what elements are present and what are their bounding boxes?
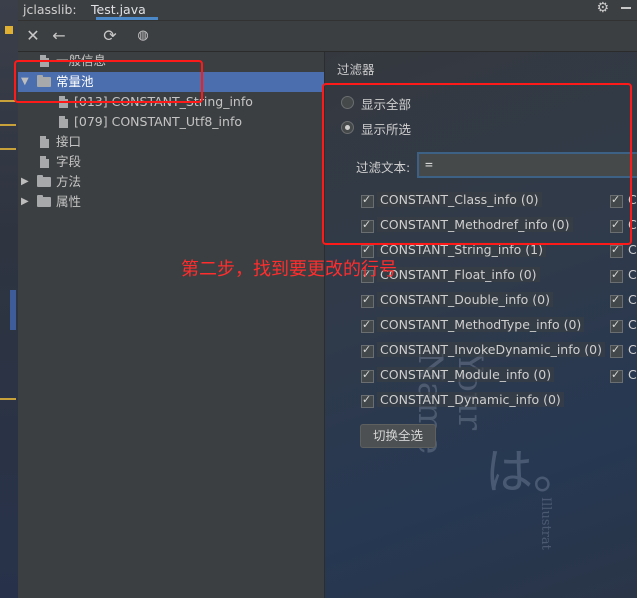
expand-arrow-icon[interactable]: ▶ (21, 172, 29, 192)
checkbox-dynamic-info[interactable] (361, 393, 374, 408)
tree-item-methods[interactable]: ▶ 方法 (18, 172, 324, 192)
gutter-marker (5, 26, 13, 34)
checkbox-double-info[interactable] (361, 293, 374, 308)
minimize-icon[interactable] (621, 7, 631, 9)
folder-icon (37, 175, 51, 187)
checkbox-col2[interactable] (610, 268, 623, 283)
tree-item-fields[interactable]: 字段 (18, 152, 324, 172)
tree-item-label: 接口 (56, 134, 82, 149)
checkbox-col2[interactable] (610, 243, 623, 258)
active-tab-indicator (96, 17, 158, 20)
background-art-text: は。 (485, 444, 582, 500)
tree-item-interfaces[interactable]: 接口 (18, 132, 324, 152)
expand-arrow-icon[interactable]: ▶ (21, 192, 29, 212)
class-structure-tree: 一般信息 ▼ 常量池 [013] CONSTANT_String_info [0… (18, 52, 324, 598)
gutter-marker (0, 148, 16, 150)
checkbox-label: CONSTANT_Module_info (0) (377, 367, 555, 382)
annotation-text: 第二步，找到要更改的行号 (181, 259, 397, 280)
checkbox-label: C (628, 267, 637, 282)
file-icon (40, 156, 49, 168)
checkbox-module-info[interactable] (361, 368, 374, 383)
checkbox-methodtype-info[interactable] (361, 318, 374, 333)
tab-test-java[interactable]: Test.java (91, 2, 146, 17)
tree-item-constant-079[interactable]: [079] CONSTANT_Utf8_info (18, 112, 324, 132)
folder-icon (37, 195, 51, 207)
gutter-marker (0, 398, 16, 400)
tree-item-label: [079] CONSTANT_Utf8_info (74, 114, 242, 129)
tree-item-attributes[interactable]: ▶ 属性 (18, 192, 324, 212)
checkbox-label: C (628, 317, 637, 332)
checkbox-col2[interactable] (610, 343, 623, 358)
file-icon (40, 136, 49, 148)
checkbox-col2[interactable] (610, 368, 623, 383)
filter-title: 过滤器 (337, 62, 375, 77)
browser-globe-icon[interactable]: ◍ (132, 25, 154, 47)
checkbox-label: C (628, 367, 637, 382)
refresh-icon[interactable]: ⟳ (99, 25, 121, 47)
gutter-marker (10, 290, 16, 330)
back-arrow-icon[interactable]: ← (48, 25, 70, 47)
tree-item-label: 属性 (56, 194, 82, 209)
toolbar: ✕ ← ⟳ ◍ (18, 21, 637, 52)
annotation-box-constant-pool (14, 60, 203, 103)
checkbox-label: CONSTANT_MethodType_info (0) (377, 317, 585, 332)
background-art-text: Illustrat (538, 497, 553, 550)
tool-window-header: jclasslib: Test.java ⚙ (18, 0, 637, 21)
gutter-marker (0, 124, 16, 126)
checkbox-label: CONSTANT_Dynamic_info (0) (377, 392, 564, 407)
file-icon (59, 116, 68, 128)
gear-icon[interactable]: ⚙ (596, 0, 609, 16)
checkbox-label: CONSTANT_InvokeDynamic_info (0) (377, 342, 605, 357)
checkbox-col2[interactable] (610, 318, 623, 333)
tree-item-label: 字段 (56, 154, 82, 169)
close-icon[interactable]: ✕ (22, 25, 44, 47)
checkbox-label: C (628, 342, 637, 357)
checkbox-label: CONSTANT_Double_info (0) (377, 292, 553, 307)
tab-jclasslib[interactable]: jclasslib: (23, 2, 77, 17)
checkbox-label: CONSTANT_Float_info (0) (377, 267, 540, 282)
annotation-box-filter (322, 83, 632, 245)
checkbox-invokedynamic-info[interactable] (361, 343, 374, 358)
tree-item-label: 方法 (56, 174, 82, 189)
checkbox-label: C (628, 292, 637, 307)
toggle-all-button[interactable]: 切换全选 (360, 424, 436, 448)
checkbox-col2[interactable] (610, 293, 623, 308)
